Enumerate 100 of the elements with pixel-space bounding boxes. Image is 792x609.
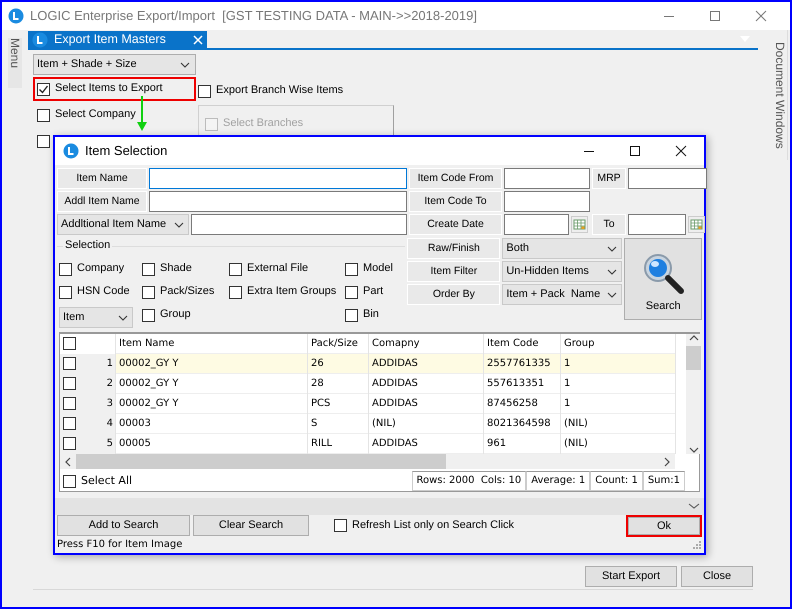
checkbox[interactable] bbox=[37, 134, 50, 148]
checkbox[interactable] bbox=[345, 286, 358, 298]
checkbox-label: Export Branch Wise Items bbox=[216, 84, 344, 98]
checkbox[interactable] bbox=[334, 519, 347, 532]
field-label: Addl Item Name bbox=[57, 191, 147, 212]
input-field[interactable] bbox=[504, 191, 590, 212]
checkbox-label: Refresh List only on Search Click bbox=[352, 518, 514, 532]
checkbox[interactable] bbox=[142, 286, 155, 298]
side-panel-tab[interactable]: Menu bbox=[8, 38, 22, 88]
checkbox[interactable] bbox=[59, 286, 72, 298]
resize-grip-icon[interactable] bbox=[692, 540, 702, 550]
checkbox[interactable] bbox=[37, 108, 50, 122]
window-title: LOGIC Enterprise Export/Import [GST TESTING DATA - MAIN->>2018-2019] bbox=[30, 8, 477, 24]
dropdown[interactable]: Item bbox=[59, 307, 133, 328]
checkbox[interactable] bbox=[142, 262, 155, 276]
scrollbar[interactable] bbox=[686, 334, 701, 454]
scroll-down-icon[interactable] bbox=[688, 446, 698, 454]
checkbox-label: Select Company bbox=[55, 108, 136, 122]
checkbox[interactable] bbox=[345, 262, 358, 276]
checkbox[interactable] bbox=[63, 357, 76, 370]
table-cell: 1 bbox=[561, 374, 676, 394]
button[interactable]: Add to Search bbox=[57, 515, 190, 536]
table-row[interactable]: 1 00002_GY Y 26 ADDIDAS 2557761335 1 bbox=[60, 354, 676, 374]
field-label: To bbox=[592, 214, 626, 235]
status-cell: Sum:1 bbox=[642, 471, 685, 491]
search-button[interactable]: Search bbox=[624, 238, 702, 320]
checkbox-label: Extra Item Groups bbox=[247, 285, 336, 299]
field-label: MRP bbox=[592, 168, 626, 189]
input-field[interactable] bbox=[149, 191, 407, 212]
input-field[interactable] bbox=[628, 214, 686, 235]
field-label: Order By bbox=[407, 284, 500, 305]
row-number: 3 bbox=[106, 398, 113, 410]
button[interactable]: Start Export bbox=[585, 566, 677, 587]
checkbox[interactable] bbox=[198, 84, 211, 98]
row-number: 4 bbox=[106, 418, 113, 430]
row-number: 1 bbox=[106, 358, 113, 370]
input-field[interactable] bbox=[191, 214, 407, 235]
status-cell: Count: 1 bbox=[590, 471, 643, 491]
table-cell: 00002_GY Y bbox=[116, 354, 308, 374]
table-cell: (NIL) bbox=[369, 414, 484, 434]
checkbox[interactable] bbox=[345, 308, 358, 322]
checkbox-label: External File bbox=[247, 262, 308, 276]
table-cell: ADDIDAS bbox=[369, 394, 484, 414]
search-icon bbox=[641, 252, 686, 296]
checkbox[interactable] bbox=[63, 437, 76, 450]
checkbox-label: Group bbox=[160, 308, 191, 322]
field-label: Item Filter bbox=[407, 261, 500, 282]
table-row[interactable]: 2 00002_GY Y 28 ADDIDAS 557613351 1 bbox=[60, 374, 676, 394]
scroll-thumb[interactable] bbox=[686, 346, 701, 370]
chevron-down-icon[interactable] bbox=[688, 502, 700, 510]
dropdown[interactable]: Item + Shade + Size bbox=[33, 54, 196, 75]
checkbox[interactable] bbox=[142, 308, 155, 322]
status-text: Press F10 for Item Image bbox=[57, 538, 182, 551]
dropdown[interactable]: Addltional Item Name bbox=[57, 214, 189, 235]
button[interactable]: Clear Search bbox=[193, 515, 309, 536]
scroll-up-icon[interactable] bbox=[688, 334, 698, 342]
ok-button[interactable]: Ok bbox=[628, 516, 700, 534]
checkbox[interactable] bbox=[63, 397, 76, 410]
dialog-title: Item Selection bbox=[85, 143, 168, 159]
table-cell: PCS bbox=[308, 394, 369, 414]
field-label: Item Code From bbox=[409, 168, 502, 189]
checkbox[interactable] bbox=[37, 82, 50, 96]
table-row[interactable]: 3 00002_GY Y PCS ADDIDAS 87456258 1 bbox=[60, 394, 676, 414]
side-panel-tab[interactable]: Document Windows bbox=[768, 30, 788, 160]
input-field[interactable] bbox=[149, 168, 407, 189]
tab-label: Export Item Masters bbox=[54, 32, 166, 47]
status-cell: Rows: 2000 Cols: 10 bbox=[412, 471, 526, 491]
document-tab[interactable]: Export Item Masters bbox=[28, 31, 207, 48]
checkbox-label: Part bbox=[363, 285, 384, 299]
button[interactable]: Close bbox=[681, 566, 753, 587]
dropdown[interactable]: Un-Hidden Items bbox=[502, 261, 622, 282]
checkbox[interactable] bbox=[63, 417, 76, 430]
checkbox-label: Model bbox=[363, 262, 393, 276]
scrollbar[interactable] bbox=[60, 454, 675, 469]
input-field[interactable] bbox=[504, 168, 590, 189]
dropdown[interactable]: Item + Pack Name bbox=[502, 284, 622, 305]
calendar-icon[interactable] bbox=[571, 216, 588, 233]
checkbox-label: HSN Code bbox=[77, 285, 130, 299]
close-icon[interactable] bbox=[675, 145, 687, 157]
checkbox[interactable] bbox=[63, 377, 76, 390]
table-cell: 2557761335 bbox=[484, 354, 561, 374]
calendar-icon[interactable] bbox=[688, 216, 705, 233]
input-field[interactable] bbox=[628, 168, 707, 189]
checkbox[interactable] bbox=[63, 474, 76, 488]
checkbox-label: Select Branches bbox=[223, 117, 304, 131]
checkbox[interactable] bbox=[59, 262, 72, 276]
checkbox[interactable] bbox=[229, 286, 242, 298]
field-label: Create Date bbox=[409, 214, 502, 235]
checkbox-label: Shade bbox=[160, 262, 192, 276]
table-cell: 00002_GY Y bbox=[116, 394, 308, 414]
scroll-thumb[interactable] bbox=[76, 454, 446, 469]
input-field[interactable] bbox=[504, 214, 569, 235]
table-cell: 28 bbox=[308, 374, 369, 394]
field-label: Item Name bbox=[57, 168, 147, 189]
table-row[interactable]: 4 00003 S (NIL) 8021364598 (NIL) bbox=[60, 414, 676, 434]
maximize-icon[interactable] bbox=[629, 145, 641, 157]
table-cell: ADDIDAS bbox=[369, 374, 484, 394]
checkbox[interactable] bbox=[229, 262, 242, 276]
dropdown[interactable]: Both bbox=[502, 238, 622, 259]
checkbox[interactable] bbox=[63, 337, 76, 350]
